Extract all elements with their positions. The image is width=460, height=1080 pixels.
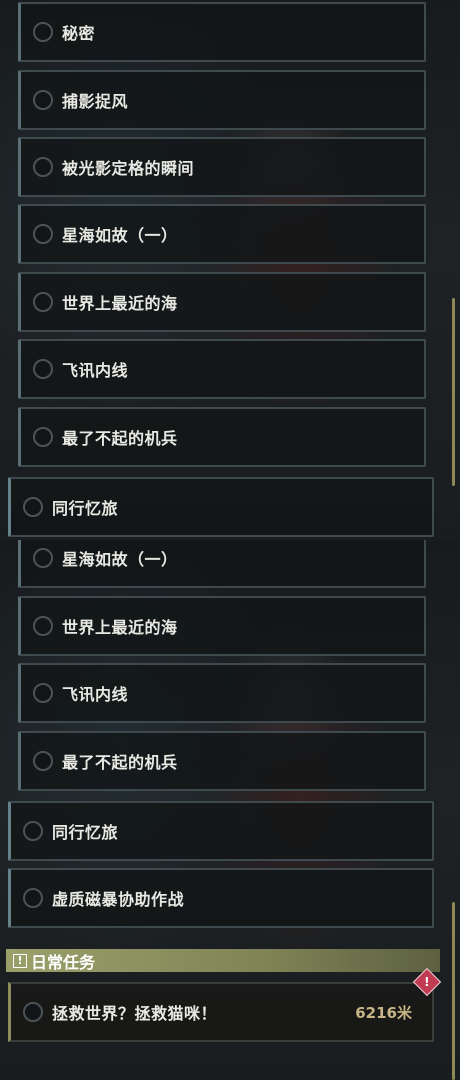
quest-status-circle-icon: [33, 22, 53, 42]
urgent-diamond-icon: !: [412, 967, 442, 997]
quest-status-circle-icon: [23, 888, 43, 908]
quest-distance: 6216米: [355, 1003, 412, 1022]
quest-label: 拯救世界？拯救猫咪！: [52, 1004, 218, 1023]
quest-item[interactable]: 最了不起的机兵: [18, 731, 426, 791]
quest-group-item[interactable]: 虚质磁暴协助作战: [8, 868, 434, 928]
quest-status-circle-icon: [23, 821, 43, 841]
quest-list-panel-top: 秘密 捕影捉风 被光影定格的瞬间 星海如故（一） 世界上最近的海 飞讯内线 最了…: [0, 0, 460, 540]
quest-label: 秘密: [62, 24, 96, 43]
scrollbar-thumb[interactable]: [452, 902, 455, 1080]
quest-item[interactable]: 最了不起的机兵: [18, 407, 426, 467]
quest-label: 星海如故（一）: [62, 550, 178, 569]
quest-label: 世界上最近的海: [62, 618, 178, 637]
quest-status-circle-icon: [33, 359, 53, 379]
quest-group-item[interactable]: 同行忆旅: [8, 477, 434, 537]
quest-status-circle-icon: [33, 683, 53, 703]
quest-label: 星海如故（一）: [62, 226, 178, 245]
exclamation-box-icon: !: [13, 953, 27, 968]
quest-status-circle-icon: [33, 292, 53, 312]
quest-status-circle-icon: [23, 1002, 43, 1022]
quest-label: 同行忆旅: [52, 823, 119, 842]
quest-item[interactable]: 秘密: [18, 2, 426, 62]
quest-label: 虚质磁暴协助作战: [52, 890, 185, 909]
quest-status-circle-icon: [23, 497, 43, 517]
quest-list-panel-bottom: 星海如故（一） 世界上最近的海 飞讯内线 最了不起的机兵 同行忆旅 虚质磁暴协助…: [0, 540, 460, 1080]
quest-label: 飞讯内线: [62, 361, 129, 380]
quest-status-circle-icon: [33, 157, 53, 177]
quest-item[interactable]: 星海如故（一）: [18, 204, 426, 264]
quest-item[interactable]: 被光影定格的瞬间: [18, 137, 426, 197]
quest-status-circle-icon: [33, 427, 53, 447]
quest-label: 世界上最近的海: [62, 294, 178, 313]
quest-item[interactable]: 世界上最近的海: [18, 272, 426, 332]
section-title: 日常任务: [31, 952, 96, 972]
quest-status-circle-icon: [33, 224, 53, 244]
daily-quest-section-header[interactable]: ! 日常任务: [6, 949, 440, 972]
quest-status-circle-icon: [33, 90, 53, 110]
quest-label: 飞讯内线: [62, 685, 129, 704]
quest-status-circle-icon: [33, 616, 53, 636]
quest-item[interactable]: 飞讯内线: [18, 339, 426, 399]
quest-label: 最了不起的机兵: [62, 429, 178, 448]
quest-label: 同行忆旅: [52, 499, 119, 518]
daily-quest-item[interactable]: 拯救世界？拯救猫咪！ 6216米 !: [8, 967, 442, 1042]
quest-label: 捕影捉风: [62, 92, 129, 111]
quest-status-circle-icon: [33, 751, 53, 771]
quest-item[interactable]: 捕影捉风: [18, 70, 426, 130]
quest-item[interactable]: 飞讯内线: [18, 663, 426, 723]
quest-label: 被光影定格的瞬间: [62, 159, 195, 178]
scrollbar-thumb[interactable]: [452, 298, 455, 486]
quest-label: 最了不起的机兵: [62, 753, 178, 772]
quest-status-circle-icon: [33, 548, 53, 568]
quest-item[interactable]: 星海如故（一）: [18, 540, 426, 588]
quest-group-item[interactable]: 同行忆旅: [8, 801, 434, 861]
quest-item[interactable]: 世界上最近的海: [18, 596, 426, 656]
